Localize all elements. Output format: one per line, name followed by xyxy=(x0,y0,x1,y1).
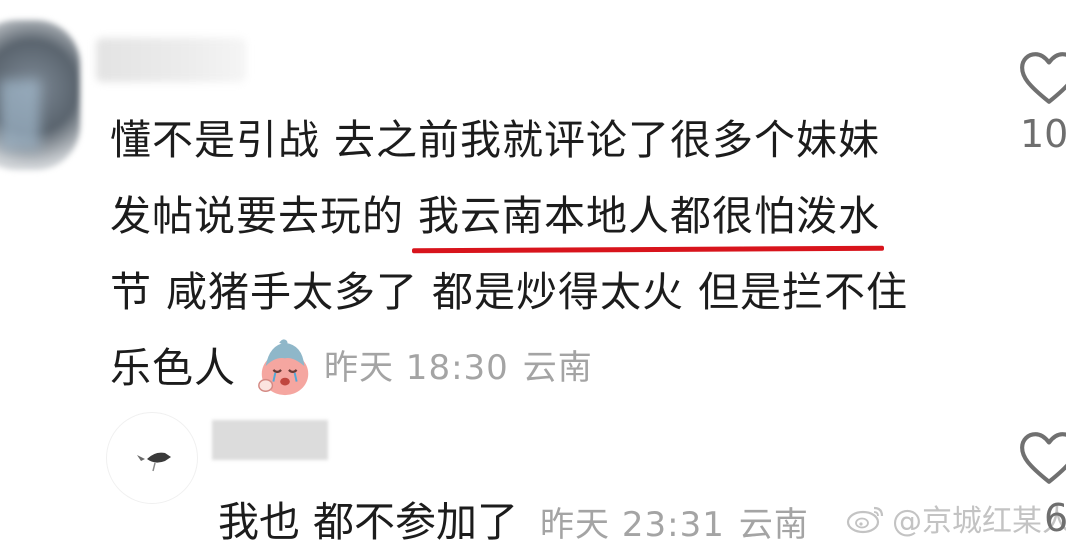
reply-heart-icon[interactable] xyxy=(1018,430,1066,486)
comment-segment: 懂不是引战 xyxy=(110,116,320,164)
comment-segment: 节 xyxy=(110,268,152,316)
comment-line-2: 发帖说要去玩的 我云南本地人都很怕泼水 xyxy=(110,178,990,254)
reply-text-row: 我也 都不参加了 昨天 23:31 云南 xyxy=(218,492,809,540)
reply-meta: 昨天 23:31 云南 xyxy=(540,495,809,540)
comment-location: 云南 xyxy=(522,348,593,388)
reply-text: 我也 都不参加了 xyxy=(218,498,519,540)
like-count: 105 xyxy=(1020,112,1066,156)
weibo-logo-icon xyxy=(846,506,884,534)
username-blurred[interactable] xyxy=(96,38,246,82)
comment-segment: 发帖说要去玩的 xyxy=(110,192,404,240)
comment-time: 昨天 18:30 xyxy=(324,348,509,388)
comment-segment: 但是拦不住 xyxy=(698,268,908,316)
highlighted-text: 我云南本地人都很怕泼水 xyxy=(418,192,880,240)
comment-line-4: 乐色人 昨天 18:30 云南 xyxy=(110,330,990,406)
comment-meta: 昨天 18:30 云南 xyxy=(324,330,593,406)
crying-face-emoji-icon xyxy=(258,339,309,396)
comment-segment: 去之前我就评论了很多个妹妹 xyxy=(334,116,880,164)
watermark-text: @京城红某人 xyxy=(892,504,1066,539)
highlighted-phrase: 我云南本地人都很怕泼水 xyxy=(411,192,885,254)
reply-like-count: 6 xyxy=(1044,496,1066,540)
comment-thread: 懂不是引战 去之前我就评论了很多个妹妹 发帖说要去玩的 我云南本地人都很怕泼水 节咸… xyxy=(0,0,1066,540)
comment-segment: 乐色人 xyxy=(110,344,236,392)
red-underline xyxy=(411,245,885,254)
weibo-watermark: @京城红某人 xyxy=(846,496,1066,540)
reply-avatar[interactable] xyxy=(106,412,198,504)
heart-icon[interactable] xyxy=(1018,50,1066,106)
comment-text: 懂不是引战 去之前我就评论了很多个妹妹 发帖说要去玩的 我云南本地人都很怕泼水 节咸… xyxy=(110,102,990,406)
comment-line-1: 懂不是引战 去之前我就评论了很多个妹妹 xyxy=(110,102,990,178)
comment-line-3: 节咸猪手太多了 都是炒得太火 但是拦不住 xyxy=(110,254,990,330)
avatar-blur-patch xyxy=(0,80,40,150)
bird-avatar-icon xyxy=(137,452,171,472)
reply-username-blurred[interactable] xyxy=(212,420,328,460)
comment-segment: 咸猪手太多了 xyxy=(166,268,418,316)
reply-time: 昨天 23:31 xyxy=(540,505,725,540)
reply-location: 云南 xyxy=(738,505,809,540)
comment-segment: 都是炒得太火 xyxy=(432,268,684,316)
